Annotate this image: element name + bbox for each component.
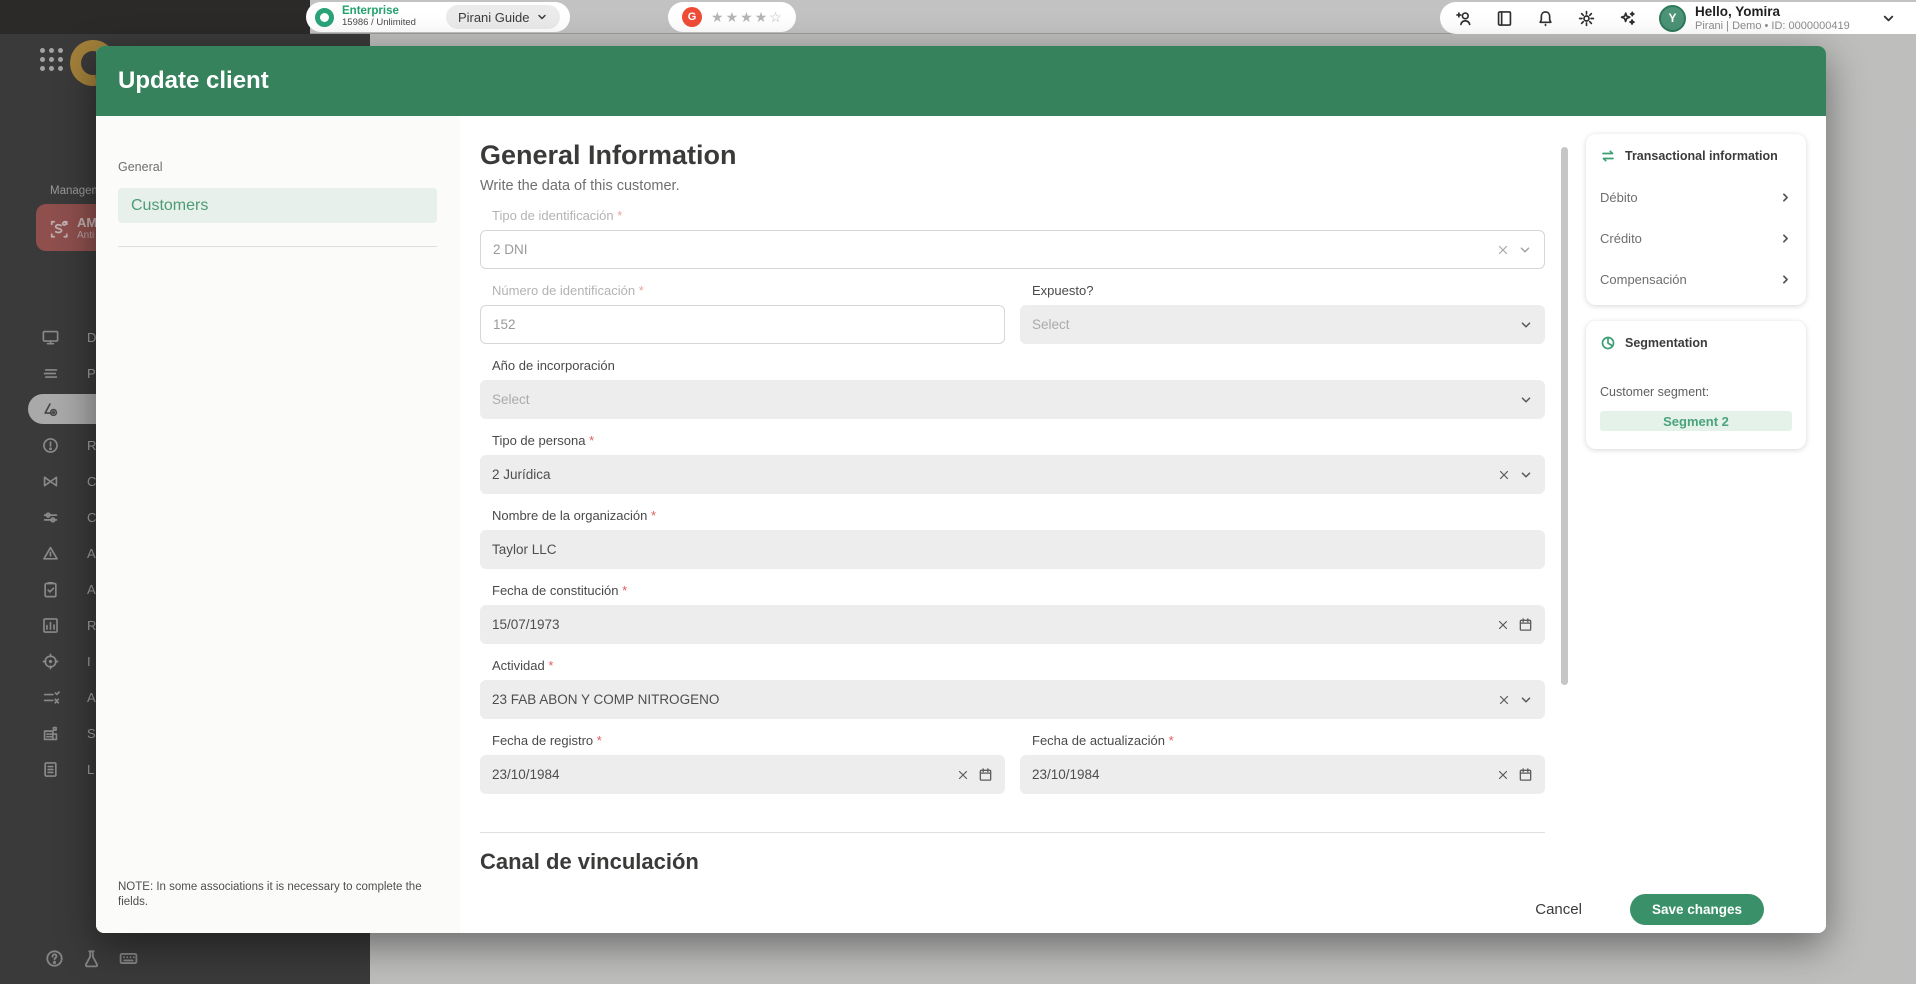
field-label: Fecha de actualización <box>1032 733 1545 748</box>
chevron-right-icon <box>1783 234 1788 243</box>
field-label: Actividad <box>492 658 1545 673</box>
actividad-select[interactable]: 23 FAB ABON Y COMP NITROGENO <box>480 680 1545 719</box>
expuesto-select[interactable]: Select <box>1020 305 1545 344</box>
field-label: Tipo de identificación <box>492 208 1545 223</box>
chevron-down-icon[interactable] <box>1519 693 1533 707</box>
clear-icon[interactable] <box>1497 693 1511 707</box>
nombre-organizacion-input[interactable]: Taylor LLC <box>480 530 1545 569</box>
user-bar: Y Hello, Yomira Pirani | Demo • ID: 0000… <box>1440 2 1916 34</box>
chevron-right-icon <box>1783 275 1788 284</box>
field-label: Año de incorporación <box>492 358 615 373</box>
anio-incorporacion-select[interactable]: Select <box>480 380 1545 419</box>
modal-side-panel: Transactional information Débito Crédito <box>1580 116 1826 885</box>
tipo-persona-select[interactable]: 2 Jurídica <box>480 455 1545 494</box>
update-client-modal: Update client General Customers NOTE: In… <box>96 46 1826 933</box>
chevron-down-icon[interactable] <box>1519 393 1533 407</box>
fecha-constitucion-datepicker[interactable]: 15/07/1973 <box>480 605 1545 644</box>
next-section-title: Canal de vinculación <box>480 849 699 874</box>
card-title: Segmentation <box>1625 336 1708 350</box>
add-user-icon[interactable] <box>1454 9 1473 28</box>
calendar-icon[interactable] <box>1518 767 1533 782</box>
user-greeting: Hello, Yomira <box>1695 3 1781 19</box>
star-icon <box>726 9 739 26</box>
transactional-info-card: Transactional information Débito Crédito <box>1586 134 1806 305</box>
clear-icon[interactable] <box>956 768 970 782</box>
clear-icon[interactable] <box>1496 243 1510 257</box>
topbar-dark-segment <box>0 0 310 34</box>
form-subtitle: Write the data of this customer. <box>480 178 680 194</box>
field-label: Número de identificación <box>492 283 1005 298</box>
divider <box>118 246 437 247</box>
chevron-down-icon[interactable] <box>1519 318 1533 332</box>
plan-usage: 15986 / Unlimited <box>342 17 416 29</box>
cancel-button[interactable]: Cancel <box>1535 901 1582 918</box>
plan-logo-icon <box>315 7 334 27</box>
modal-header: Update client <box>96 46 1826 116</box>
g2-logo-icon: G <box>682 7 702 27</box>
pirani-guide-button[interactable]: Pirani Guide <box>445 5 561 29</box>
divider <box>480 832 1545 833</box>
star-icon <box>755 9 768 26</box>
book-icon[interactable] <box>1495 9 1514 28</box>
star-rating <box>711 9 782 26</box>
field-label: Fecha de constitución <box>492 583 1545 598</box>
nav-item-customers[interactable]: Customers <box>118 188 437 223</box>
user-detail: Pirani | Demo • ID: 0000000419 <box>1695 20 1850 33</box>
fecha-registro-datepicker[interactable]: 23/10/1984 <box>480 755 1005 794</box>
form-title: General Information <box>480 140 737 170</box>
sparkle-icon[interactable] <box>1618 9 1637 28</box>
modal-nav: General Customers NOTE: In some associat… <box>96 116 460 933</box>
rating-widget[interactable]: G <box>668 2 796 32</box>
numero-identificacion-input[interactable]: 152 <box>480 305 1005 344</box>
calendar-icon[interactable] <box>1518 617 1533 632</box>
scrollbar[interactable] <box>1561 147 1568 685</box>
segmentation-card: Segmentation Customer segment: Segment 2 <box>1586 321 1806 449</box>
bell-icon[interactable] <box>1536 9 1555 28</box>
transactional-item-debito[interactable]: Débito <box>1600 177 1792 205</box>
card-title: Transactional information <box>1625 149 1778 163</box>
transactional-item-compensacion[interactable]: Compensación <box>1600 259 1792 287</box>
general-information-form: General Information Write the data of th… <box>460 116 1580 885</box>
star-icon <box>711 9 724 26</box>
field-label: Tipo de persona <box>492 433 1545 448</box>
plan-widget: Enterprise 15986 / Unlimited Pirani Guid… <box>306 2 571 32</box>
chevron-down-icon[interactable] <box>1518 243 1532 257</box>
modal-note: NOTE: In some associations it is necessa… <box>118 880 422 909</box>
screen: Managem AM Anti D P R R C C A A R I A S … <box>0 0 1916 984</box>
chevron-down-icon[interactable] <box>1881 11 1896 26</box>
transactional-item-credito[interactable]: Crédito <box>1600 218 1792 246</box>
tipo-identificacion-select[interactable]: 2 DNI <box>480 230 1545 269</box>
nav-section-label: General <box>118 160 163 174</box>
clear-icon[interactable] <box>1496 618 1510 632</box>
modal-title: Update client <box>118 67 269 94</box>
save-changes-button[interactable]: Save changes <box>1629 893 1764 925</box>
gear-icon[interactable] <box>1577 9 1596 28</box>
clear-icon[interactable] <box>1497 468 1511 482</box>
segment-label: Customer segment: <box>1600 385 1710 399</box>
star-icon <box>740 9 753 26</box>
chevron-down-icon <box>538 14 547 20</box>
fecha-actualizacion-datepicker[interactable]: 23/10/1984 <box>1020 755 1545 794</box>
field-label: Fecha de registro <box>492 733 1005 748</box>
avatar[interactable]: Y <box>1659 4 1686 32</box>
chevron-right-icon <box>1783 193 1788 202</box>
topbar: Enterprise 15986 / Unlimited Pirani Guid… <box>0 0 1916 34</box>
field-label: Expuesto? <box>1032 283 1094 298</box>
modal-footer: Cancel Save changes <box>460 885 1826 933</box>
clear-icon[interactable] <box>1496 768 1510 782</box>
calendar-icon[interactable] <box>978 767 993 782</box>
field-label: Nombre de la organización <box>492 508 1545 523</box>
transfer-arrows-icon <box>1602 150 1614 162</box>
segment-badge: Segment 2 <box>1600 411 1792 431</box>
chevron-down-icon[interactable] <box>1519 468 1533 482</box>
pie-chart-icon <box>1601 336 1615 350</box>
star-empty-icon <box>769 9 782 26</box>
